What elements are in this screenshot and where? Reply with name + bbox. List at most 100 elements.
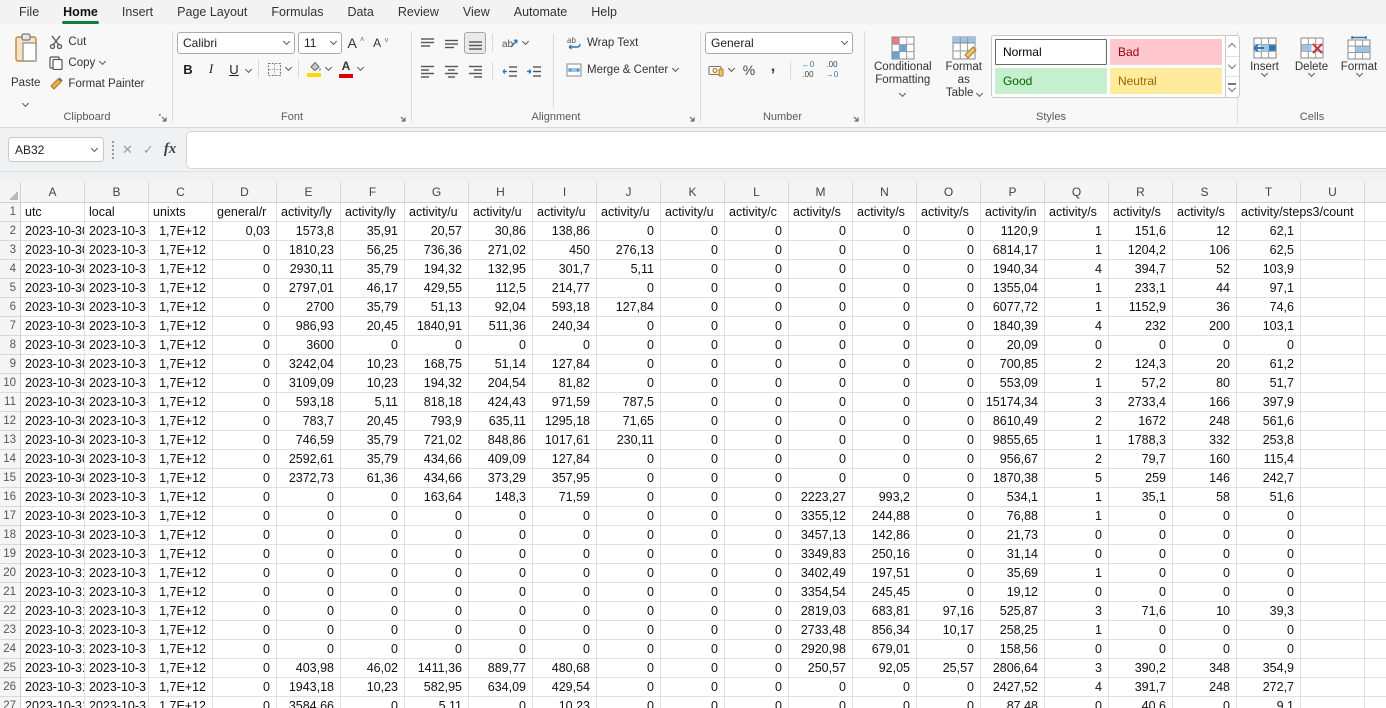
confirm-entry-icon[interactable]: ✓: [143, 142, 154, 158]
cell-C27[interactable]: 1,7E+12: [149, 697, 213, 708]
cell-J15[interactable]: 0: [597, 469, 661, 488]
cell-I3[interactable]: 450: [533, 241, 597, 260]
cell-T6[interactable]: 74,6: [1237, 298, 1301, 317]
cell-O22[interactable]: 97,16: [917, 602, 981, 621]
cell-H19[interactable]: 0: [469, 545, 533, 564]
cell-R20[interactable]: 0: [1109, 564, 1173, 583]
cell-L6[interactable]: 0: [725, 298, 789, 317]
cell-N14[interactable]: 0: [853, 450, 917, 469]
cell-O5[interactable]: 0: [917, 279, 981, 298]
cell-K6[interactable]: 0: [661, 298, 725, 317]
cell-T22[interactable]: 39,3: [1237, 602, 1301, 621]
cell-H23[interactable]: 0: [469, 621, 533, 640]
cell-B11[interactable]: 2023-10-3: [85, 393, 149, 412]
cell-P27[interactable]: 87,48: [981, 697, 1045, 708]
cell-A19[interactable]: 2023-10-30: [21, 545, 85, 564]
cell-O6[interactable]: 0: [917, 298, 981, 317]
cell-G2[interactable]: 20,57: [405, 222, 469, 241]
cell-L20[interactable]: 0: [725, 564, 789, 583]
cell-H26[interactable]: 634,09: [469, 678, 533, 697]
cell-M13[interactable]: 0: [789, 431, 853, 450]
cell-R9[interactable]: 124,3: [1109, 355, 1173, 374]
insert-cells-button[interactable]: Insert: [1242, 31, 1287, 76]
cell-K18[interactable]: 0: [661, 526, 725, 545]
cell-Q11[interactable]: 3: [1045, 393, 1109, 412]
cell-R27[interactable]: 40,6: [1109, 697, 1173, 708]
cell-P25[interactable]: 2806,64: [981, 659, 1045, 678]
cell-J11[interactable]: 787,5: [597, 393, 661, 412]
cell-J13[interactable]: 230,11: [597, 431, 661, 450]
align-middle-button[interactable]: [440, 32, 462, 54]
cell-T1[interactable]: activity/steps3/count: [1237, 203, 1365, 222]
align-bottom-button[interactable]: [464, 32, 486, 54]
cell-P12[interactable]: 8610,49: [981, 412, 1045, 431]
column-header-E[interactable]: E: [277, 182, 341, 203]
format-painter-button[interactable]: Format Painter: [45, 73, 148, 94]
cell-H9[interactable]: 51,14: [469, 355, 533, 374]
paste-button[interactable]: Paste: [6, 29, 45, 109]
cell-C6[interactable]: 1,7E+12: [149, 298, 213, 317]
column-header-B[interactable]: B: [85, 182, 149, 203]
cell-C5[interactable]: 1,7E+12: [149, 279, 213, 298]
cell-C17[interactable]: 1,7E+12: [149, 507, 213, 526]
cell-O9[interactable]: 0: [917, 355, 981, 374]
cell-H18[interactable]: 0: [469, 526, 533, 545]
cell-F19[interactable]: 0: [341, 545, 405, 564]
cell-U21[interactable]: [1301, 583, 1365, 602]
cell-T18[interactable]: 0: [1237, 526, 1301, 545]
cell-L25[interactable]: 0: [725, 659, 789, 678]
cancel-entry-icon[interactable]: ✕: [122, 142, 133, 158]
decrease-decimal-button[interactable]: .00→0: [821, 59, 843, 81]
cell-U27[interactable]: [1301, 697, 1365, 708]
cell-R12[interactable]: 1672: [1109, 412, 1173, 431]
cell-K1[interactable]: activity/u: [661, 203, 725, 222]
tab-page-layout[interactable]: Page Layout: [166, 1, 258, 24]
cell-E11[interactable]: 593,18: [277, 393, 341, 412]
cell-S19[interactable]: 0: [1173, 545, 1237, 564]
cell-D3[interactable]: 0: [213, 241, 277, 260]
cell-B14[interactable]: 2023-10-3: [85, 450, 149, 469]
cell-S21[interactable]: 0: [1173, 583, 1237, 602]
cell-C12[interactable]: 1,7E+12: [149, 412, 213, 431]
cell-S10[interactable]: 80: [1173, 374, 1237, 393]
cell-R13[interactable]: 1788,3: [1109, 431, 1173, 450]
cell-Q8[interactable]: 0: [1045, 336, 1109, 355]
cell-U17[interactable]: [1301, 507, 1365, 526]
cell-M3[interactable]: 0: [789, 241, 853, 260]
cell-R14[interactable]: 79,7: [1109, 450, 1173, 469]
cell-P6[interactable]: 6077,72: [981, 298, 1045, 317]
cell-J25[interactable]: 0: [597, 659, 661, 678]
cell-E2[interactable]: 1573,8: [277, 222, 341, 241]
cell-O15[interactable]: 0: [917, 469, 981, 488]
cell-F10[interactable]: 10,23: [341, 374, 405, 393]
cell-N24[interactable]: 679,01: [853, 640, 917, 659]
cell-L13[interactable]: 0: [725, 431, 789, 450]
cell-O21[interactable]: 0: [917, 583, 981, 602]
cell-S6[interactable]: 36: [1173, 298, 1237, 317]
column-header-I[interactable]: I: [533, 182, 597, 203]
cell-I6[interactable]: 593,18: [533, 298, 597, 317]
cell-C19[interactable]: 1,7E+12: [149, 545, 213, 564]
cell-U26[interactable]: [1301, 678, 1365, 697]
cell-O27[interactable]: 0: [917, 697, 981, 708]
tab-automate[interactable]: Automate: [503, 1, 579, 24]
cell-Q23[interactable]: 1: [1045, 621, 1109, 640]
cell-P4[interactable]: 1940,34: [981, 260, 1045, 279]
cell-N26[interactable]: 0: [853, 678, 917, 697]
cell-E16[interactable]: 0: [277, 488, 341, 507]
cell-T15[interactable]: 242,7: [1237, 469, 1301, 488]
cell-C3[interactable]: 1,7E+12: [149, 241, 213, 260]
cell-P18[interactable]: 21,73: [981, 526, 1045, 545]
cell-P3[interactable]: 6814,17: [981, 241, 1045, 260]
cell-F2[interactable]: 35,91: [341, 222, 405, 241]
cell-H5[interactable]: 112,5: [469, 279, 533, 298]
cell-J26[interactable]: 0: [597, 678, 661, 697]
cell-L21[interactable]: 0: [725, 583, 789, 602]
cell-T21[interactable]: 0: [1237, 583, 1301, 602]
cell-U12[interactable]: [1301, 412, 1365, 431]
tab-help[interactable]: Help: [580, 1, 628, 24]
cell-F13[interactable]: 35,79: [341, 431, 405, 450]
cell-E15[interactable]: 2372,73: [277, 469, 341, 488]
cell-H2[interactable]: 30,86: [469, 222, 533, 241]
cell-K4[interactable]: 0: [661, 260, 725, 279]
